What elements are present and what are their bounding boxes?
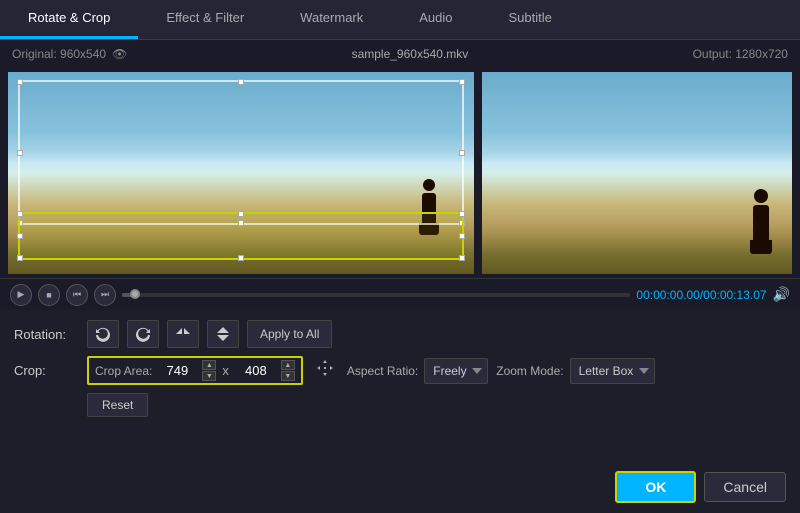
ok-button[interactable]: OK (615, 471, 696, 503)
bottom-bar: OK Cancel (601, 461, 800, 513)
zoom-mode-label: Zoom Mode: (496, 364, 563, 378)
stop-button[interactable]: ■ (38, 284, 60, 306)
zoom-mode-group: Zoom Mode: Letter Box (496, 358, 654, 384)
crop-height-down[interactable]: ▼ (281, 371, 295, 381)
crop-row: Crop: Crop Area: ▲ ▼ x ▲ ▼ Aspect Ratio: (14, 356, 786, 385)
cancel-button[interactable]: Cancel (704, 472, 786, 502)
eye-icon[interactable]: 👁 (112, 47, 127, 61)
rotate-left-button[interactable] (87, 320, 119, 348)
output-image (482, 72, 792, 274)
crop-width-down[interactable]: ▼ (202, 371, 216, 381)
reset-row: Reset (14, 393, 786, 417)
handle-lm[interactable] (17, 150, 23, 156)
inner-handle-tr[interactable] (459, 211, 465, 217)
play-button[interactable]: ▶ (10, 284, 32, 306)
inner-handle-tm[interactable] (238, 211, 244, 217)
crop-height-up[interactable]: ▲ (281, 360, 295, 370)
rotate-right-icon (135, 326, 151, 342)
tab-bar: Rotate & Crop Effect & Filter Watermark … (0, 0, 800, 40)
crop-overlay (8, 72, 474, 274)
tab-rotate-crop[interactable]: Rotate & Crop (0, 0, 138, 39)
info-bar: Original: 960x540 👁 sample_960x540.mkv O… (0, 40, 800, 68)
inner-handle-tl[interactable] (17, 211, 23, 217)
aspect-ratio-group: Aspect Ratio: Freely (347, 358, 488, 384)
output-preview (482, 72, 792, 274)
time-display: 00:00:00.00/00:00:13.07 (636, 288, 766, 302)
handle-tm[interactable] (238, 79, 244, 85)
handle-rm[interactable] (459, 150, 465, 156)
inner-handle-bl[interactable] (17, 255, 23, 261)
handle-tl[interactable] (17, 79, 23, 85)
rotation-label: Rotation: (14, 327, 79, 342)
rotate-left-icon (95, 326, 111, 342)
aspect-ratio-label: Aspect Ratio: (347, 364, 418, 378)
playback-bar: ▶ ■ ⏮ ⏭ 00:00:00.00/00:00:13.07 🔊 (0, 278, 800, 310)
handle-tr[interactable] (459, 79, 465, 85)
crop-label: Crop: (14, 363, 79, 378)
tab-subtitle[interactable]: Subtitle (481, 0, 580, 39)
tab-watermark[interactable]: Watermark (272, 0, 391, 39)
rotate-right-button[interactable] (127, 320, 159, 348)
flip-horizontal-button[interactable] (167, 320, 199, 348)
original-size: Original: 960x540 (12, 47, 106, 61)
source-preview (8, 72, 474, 274)
prev-button[interactable]: ⏮ (66, 284, 88, 306)
filename: sample_960x540.mkv (352, 47, 469, 61)
apply-all-button[interactable]: Apply to All (247, 320, 332, 348)
crop-width-up[interactable]: ▲ (202, 360, 216, 370)
crop-height-spinner: ▲ ▼ (281, 360, 295, 381)
output-size: Output: 1280x720 (693, 47, 788, 61)
tab-effect-filter[interactable]: Effect & Filter (138, 0, 272, 39)
crop-box-inner[interactable] (18, 212, 464, 260)
rotation-row: Rotation: Apply to All (14, 320, 786, 348)
crop-move-icon[interactable] (315, 358, 335, 383)
volume-icon[interactable]: 🔊 (773, 286, 790, 303)
crop-height-input[interactable] (235, 363, 277, 378)
crop-box-outer[interactable] (18, 80, 464, 225)
x-separator: x (222, 363, 229, 378)
crop-width-spinner: ▲ ▼ (202, 360, 216, 381)
reset-button[interactable]: Reset (87, 393, 148, 417)
inner-handle-lm[interactable] (17, 233, 23, 239)
progress-dot (130, 289, 140, 299)
flip-h-icon (175, 326, 191, 342)
preview-area (0, 68, 800, 278)
progress-bar[interactable] (122, 293, 630, 297)
flip-v-icon (215, 326, 231, 342)
controls-area: Rotation: Apply to All Crop: (0, 310, 800, 427)
inner-handle-rm[interactable] (459, 233, 465, 239)
next-button[interactable]: ⏭ (94, 284, 116, 306)
crop-area-box: Crop Area: ▲ ▼ x ▲ ▼ (87, 356, 303, 385)
aspect-ratio-select[interactable]: Freely (424, 358, 488, 384)
flip-vertical-button[interactable] (207, 320, 239, 348)
crop-width-input[interactable] (156, 363, 198, 378)
inner-handle-bm[interactable] (238, 255, 244, 261)
tab-audio[interactable]: Audio (391, 0, 480, 39)
inner-handle-br[interactable] (459, 255, 465, 261)
zoom-mode-select[interactable]: Letter Box (570, 358, 655, 384)
crop-area-label: Crop Area: (95, 364, 152, 378)
